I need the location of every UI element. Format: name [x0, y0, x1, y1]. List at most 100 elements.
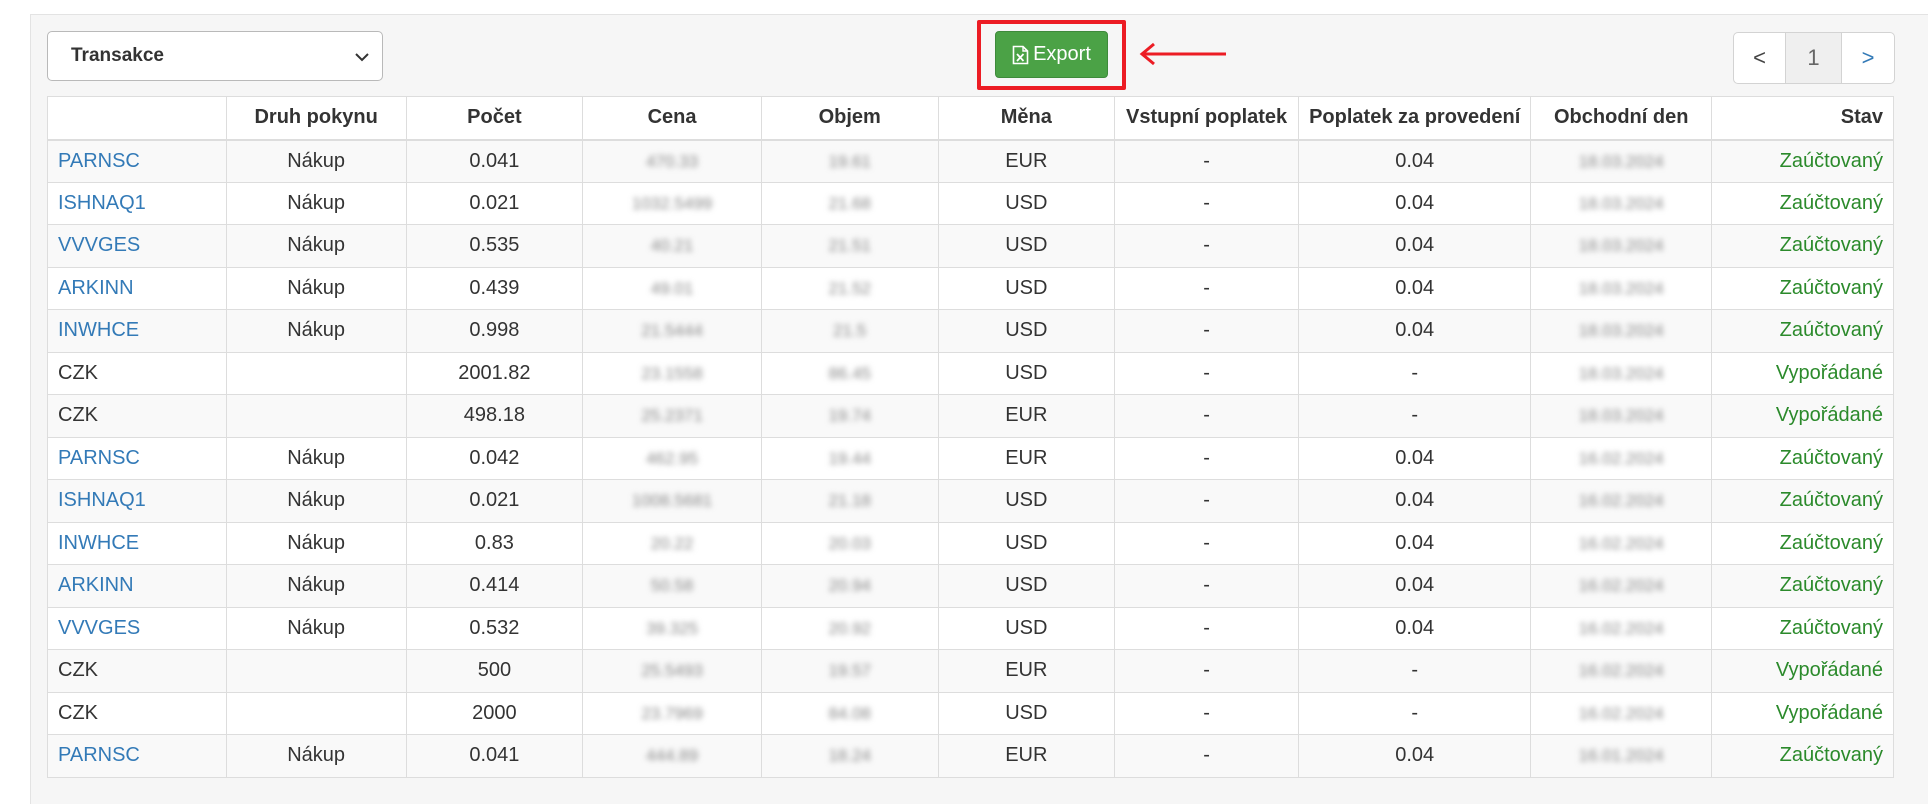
column-header[interactable]: Měna [937, 96, 1116, 141]
quantity-value: 0.998 [469, 319, 520, 342]
column-header[interactable] [47, 96, 227, 141]
entry-fee-value: - [1203, 276, 1210, 299]
entry-fee-value: - [1203, 616, 1210, 639]
column-header[interactable]: Druh pokynu [225, 96, 407, 141]
price-value: 1032.5499 [631, 193, 713, 213]
execution-fee-cell: - [1298, 649, 1532, 693]
order-type-cell: Nákup [225, 479, 407, 523]
entry-fee-cell: - [1114, 309, 1300, 353]
quantity-value: 0.021 [469, 489, 520, 512]
export-button-label: Export [1033, 43, 1091, 65]
price-value: 40.21 [650, 236, 694, 256]
symbol-link[interactable]: VVVGES [58, 234, 140, 256]
entry-fee-value: - [1203, 404, 1210, 427]
price-cell: 39.325 [582, 606, 762, 650]
column-header[interactable]: Cena [582, 96, 762, 141]
trade-date-cell: 18.03.2024 [1530, 266, 1713, 310]
price-value: 20.22 [650, 533, 694, 553]
quantity-value: 0.021 [469, 191, 520, 214]
volume-value: 19.57 [828, 661, 871, 681]
chevron-down-icon [355, 53, 369, 62]
entry-fee-value: - [1203, 701, 1210, 724]
execution-fee-value: 0.04 [1395, 531, 1435, 554]
symbol-link[interactable]: ISHNAQ1 [58, 489, 146, 511]
currency-value: EUR [1005, 149, 1048, 172]
currency-cell: EUR [937, 649, 1116, 693]
quantity-value: 0.439 [469, 276, 520, 299]
type-select[interactable]: Transakce [47, 31, 383, 81]
symbol-link[interactable]: ISHNAQ1 [58, 192, 146, 214]
quantity-cell: 0.042 [405, 436, 584, 480]
quantity-cell: 0.021 [405, 181, 584, 225]
pagination-next-button[interactable]: > [1842, 33, 1894, 83]
order-type-cell: Nákup [225, 521, 407, 565]
column-header[interactable]: Vstupní poplatek [1114, 96, 1300, 141]
execution-fee-value: 0.04 [1395, 489, 1435, 512]
status-value: Zaúčtovaný [1779, 276, 1883, 299]
order-type-cell [225, 394, 407, 438]
column-header[interactable]: Poplatek za provedení [1298, 96, 1532, 141]
execution-fee-value: - [1411, 701, 1419, 724]
symbol-link[interactable]: ARKINN [58, 574, 134, 596]
status-value: Zaúčtovaný [1779, 446, 1883, 469]
symbol-text: CZK [58, 404, 98, 427]
symbol-link[interactable]: INWHCE [58, 532, 139, 554]
currency-value: USD [1005, 574, 1048, 597]
execution-fee-value: - [1411, 404, 1419, 427]
pagination-current-page[interactable]: 1 [1786, 33, 1842, 83]
price-value: 23.7969 [641, 703, 703, 723]
entry-fee-value: - [1203, 149, 1210, 172]
status-value: Vypořádané [1775, 701, 1883, 724]
column-header[interactable]: Počet [405, 96, 584, 141]
currency-cell: USD [937, 309, 1116, 353]
volume-cell: 86.45 [760, 351, 939, 395]
table-row: PARNSC Nákup 0.041 444.89 18.24 EUR - 0.04 16.01… [47, 734, 1894, 778]
status-cell: Vypořádané [1711, 394, 1894, 438]
entry-fee-value: - [1203, 361, 1210, 384]
order-type-value: Nákup [287, 489, 346, 512]
order-type-cell: Nákup [225, 309, 407, 353]
currency-value: USD [1005, 701, 1048, 724]
currency-value: EUR [1005, 404, 1048, 427]
type-select-value: Transakce [71, 45, 164, 66]
price-value: 25.5493 [641, 661, 703, 681]
price-value: 50.58 [650, 576, 694, 596]
execution-fee-cell: 0.04 [1298, 734, 1532, 778]
symbol-link[interactable]: PARNSC [58, 447, 140, 469]
entry-fee-value: - [1203, 319, 1210, 342]
quantity-value: 500 [477, 659, 512, 682]
symbol-link[interactable]: INWHCE [58, 319, 139, 341]
symbol-link[interactable]: PARNSC [58, 150, 140, 172]
export-button[interactable]: Export [995, 31, 1108, 78]
status-value: Zaúčtovaný [1779, 574, 1883, 597]
column-header[interactable]: Stav [1711, 96, 1894, 141]
column-header[interactable]: Obchodní den [1530, 96, 1713, 141]
trade-date-cell: 16.02.2024 [1530, 649, 1713, 693]
annotation-arrow-icon [1139, 42, 1226, 66]
trade-date-cell: 18.03.2024 [1530, 309, 1713, 353]
price-value: 1008.5681 [631, 491, 713, 511]
table-row: INWHCE Nákup 0.83 20.22 20.03 USD - 0.04 16.02.2… [47, 521, 1894, 565]
price-cell: 1032.5499 [582, 181, 762, 225]
column-header[interactable]: Objem [760, 96, 939, 141]
status-cell: Zaúčtovaný [1711, 606, 1894, 650]
table-row: ARKINN Nákup 0.414 50.58 20.94 USD - 0.04 16.02.… [47, 564, 1894, 608]
symbol-link[interactable]: PARNSC [58, 744, 140, 766]
trade-date-value: 16.01.2024 [1578, 746, 1664, 766]
symbol-link[interactable]: ARKINN [58, 277, 134, 299]
trade-date-value: 16.02.2024 [1578, 703, 1664, 723]
quantity-cell: 2000 [405, 691, 584, 735]
symbol-cell: PARNSC [47, 139, 227, 183]
symbol-cell: ARKINN [47, 266, 227, 310]
table-row: PARNSC Nákup 0.042 462.95 19.44 EUR - 0.04 16.02… [47, 436, 1894, 480]
trade-date-cell: 16.02.2024 [1530, 479, 1713, 523]
symbol-cell: VVVGES [47, 606, 227, 650]
status-cell: Vypořádané [1711, 649, 1894, 693]
volume-cell: 19.57 [760, 649, 939, 693]
trade-date-value: 16.02.2024 [1578, 448, 1664, 468]
order-type-cell: Nákup [225, 436, 407, 480]
pagination-prev-button[interactable]: < [1734, 33, 1786, 83]
trade-date-cell: 18.03.2024 [1530, 394, 1713, 438]
symbol-link[interactable]: VVVGES [58, 617, 140, 639]
status-cell: Zaúčtovaný [1711, 181, 1894, 225]
